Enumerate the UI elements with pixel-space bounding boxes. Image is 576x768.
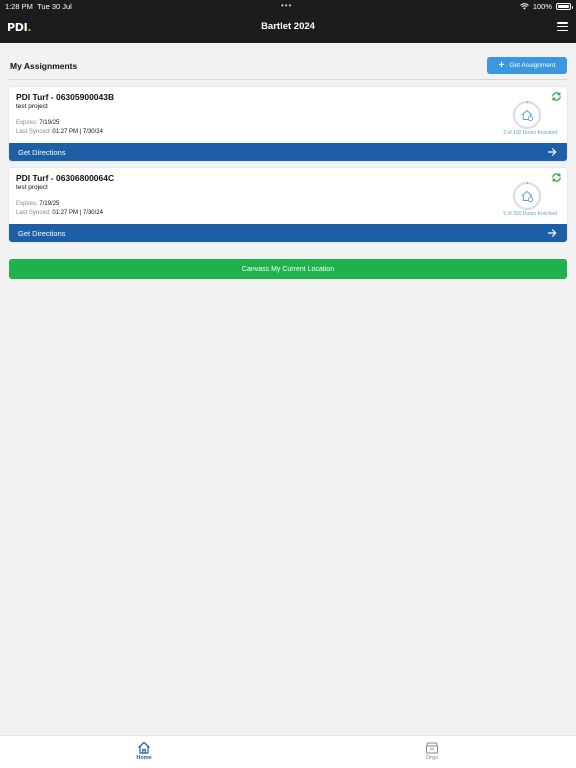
multitasking-dots-icon[interactable]: •••: [281, 1, 292, 10]
tab-home-label: Home: [136, 755, 152, 761]
get-directions-button[interactable]: Get Directions: [9, 143, 567, 161]
tab-orgs-label: Orgs: [426, 755, 438, 761]
sync-icon[interactable]: [551, 172, 562, 183]
app-title: Bartlet 2024: [261, 21, 315, 32]
arrow-right-icon: [548, 229, 557, 237]
expires-value: 7/19/25: [39, 120, 60, 126]
project-name: test project: [16, 184, 48, 191]
last-synced-label: Last Synced:: [16, 129, 51, 135]
turf-name: PDI Turf - 06305900043B: [16, 92, 115, 102]
doors-knocked: 2 of 192 Doors Knocked: [503, 130, 557, 136]
battery-percent: 100%: [532, 2, 552, 11]
expires-label: Expires:: [16, 120, 38, 126]
status-bar: 1:28 PM Tue 30 Jul ••• 100%: [0, 0, 576, 12]
last-synced-row: Last Synced: 01:27 PM | 7/30/24: [16, 210, 103, 216]
house-icon: [521, 191, 534, 203]
doors-progress-ring: [512, 100, 542, 130]
expires-row: Expires: 7/19/25: [16, 201, 59, 207]
arrow-right-icon: [548, 148, 557, 156]
last-synced-label: Last Synced:: [16, 210, 51, 216]
get-directions-label: Get Directions: [18, 228, 66, 238]
last-synced-value: 01:27 PM | 7/30/24: [52, 210, 103, 216]
expires-row: Expires: 7/19/25: [16, 120, 59, 126]
wifi-icon: [520, 3, 529, 10]
get-assignment-button[interactable]: + Get Assignment: [487, 57, 567, 74]
assignment-card[interactable]: PDI Turf - 06306800064C test project Exp…: [9, 168, 567, 242]
tab-orgs[interactable]: Orgs: [412, 741, 452, 761]
doors-progress-ring: [512, 181, 542, 211]
bottom-tab-bar: Home Orgs: [0, 735, 576, 768]
get-directions-label: Get Directions: [18, 147, 66, 157]
status-date: Tue 30 Jul: [37, 2, 72, 11]
status-right: 100%: [520, 2, 573, 11]
project-name: test project: [16, 103, 48, 110]
status-time: 1:28 PM Tue 30 Jul: [5, 2, 72, 11]
app-top-bar: 1:28 PM Tue 30 Jul ••• 100% PDI. Bartlet…: [0, 0, 576, 43]
expires-value: 7/19/25: [39, 201, 60, 207]
app-header: PDI. Bartlet 2024: [0, 12, 576, 43]
get-assignment-label: Get Assignment: [509, 62, 556, 69]
turf-name: PDI Turf - 06306800064C: [16, 173, 115, 183]
last-synced-row: Last Synced: 01:27 PM | 7/30/24: [16, 129, 103, 135]
hamburger-menu-icon[interactable]: [557, 22, 568, 32]
tab-home[interactable]: Home: [124, 741, 164, 761]
home-icon: [138, 741, 150, 754]
last-synced-value: 01:27 PM | 7/30/24: [52, 129, 103, 135]
canvass-current-location-button[interactable]: Canvass My Current Location: [9, 259, 567, 279]
doors-knocked: 5 of 320 Doors Knocked: [503, 211, 557, 217]
plus-icon: +: [498, 59, 505, 71]
expires-label: Expires:: [16, 201, 38, 207]
house-icon: [521, 110, 534, 122]
get-directions-button[interactable]: Get Directions: [9, 224, 567, 242]
page-title: My Assignments: [10, 61, 78, 71]
sync-icon[interactable]: [551, 91, 562, 102]
divider: [9, 79, 567, 80]
orgs-icon: [426, 742, 438, 754]
assignment-card[interactable]: PDI Turf - 06305900043B test project Exp…: [9, 87, 567, 161]
battery-icon: [556, 3, 573, 10]
